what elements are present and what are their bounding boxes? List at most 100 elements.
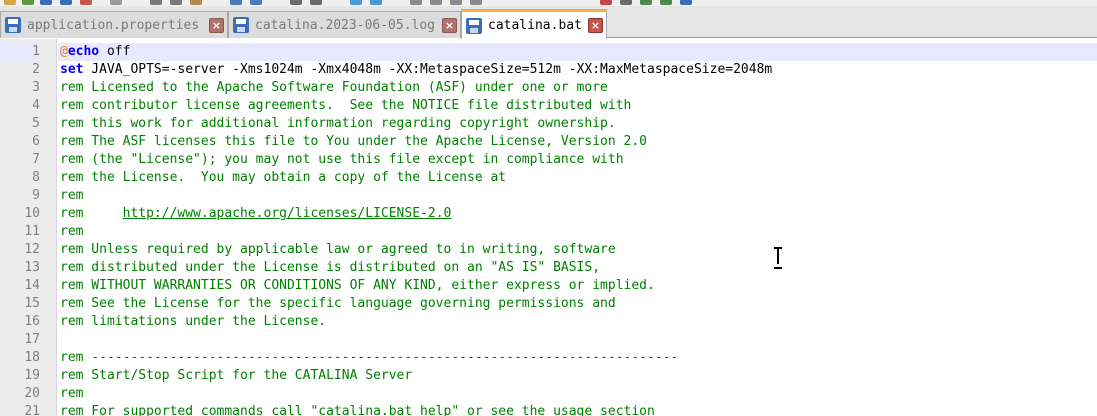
line-number[interactable]: 15 [0, 295, 40, 313]
line-number[interactable]: 17 [0, 331, 40, 349]
code-line[interactable]: 21 rem For supported commands call "catal… [24, 403, 1097, 416]
macro-run-multiple-icon[interactable] [660, 0, 672, 5]
code-line[interactable]: 1 @echo off [0, 43, 1097, 61]
close-file-icon[interactable] [80, 0, 92, 5]
code-line[interactable]: 10 rem http://www.apache.org/licenses/LIC… [24, 205, 1097, 223]
code-area[interactable]: 1 @echo off 2 set JAVA_OPTS=-server -Xms102… [0, 43, 1097, 416]
line-number[interactable]: 19 [0, 367, 40, 385]
line-text[interactable]: rem WITHOUT WARRANTIES OR CONDITIONS OF … [58, 277, 1097, 295]
line-text[interactable]: rem The ASF licenses this file to You un… [58, 133, 1097, 151]
line-text[interactable]: rem [58, 187, 1097, 205]
code-line[interactable]: 9 rem [32, 187, 1097, 205]
code-line[interactable]: 18 rem ----------------------------------… [24, 349, 1097, 367]
code-line[interactable]: 13 rem distributed under the License is d… [24, 259, 1097, 277]
word-wrap-icon[interactable] [430, 0, 442, 5]
line-text[interactable]: rem ------------------------------------… [58, 349, 1097, 367]
tab-label: application.properties [27, 17, 200, 33]
code-editor[interactable]: 1 @echo off 2 set JAVA_OPTS=-server -Xms102… [0, 39, 1097, 416]
line-text[interactable]: rem Unless required by applicable law or… [58, 241, 1097, 259]
line-text[interactable]: rem the License. You may obtain a copy o… [58, 169, 1097, 187]
redo-icon[interactable] [250, 0, 262, 5]
close-icon[interactable]: × [209, 17, 224, 33]
line-text[interactable]: rem (the "License"); you may not use thi… [58, 151, 1097, 169]
copy-icon[interactable] [170, 0, 182, 5]
line-text[interactable]: rem contributor license agreements. See … [58, 97, 1097, 115]
code-line[interactable]: 12 rem Unless required by applicable law … [24, 241, 1097, 259]
line-number[interactable]: 12 [0, 241, 40, 259]
line-number[interactable]: 6 [0, 133, 40, 151]
code-line[interactable]: 14 rem WITHOUT WARRANTIES OR CONDITIONS O… [24, 277, 1097, 295]
new-file-icon[interactable] [4, 0, 16, 5]
code-line[interactable]: 2 set JAVA_OPTS=-server -Xms1024m -Xmx404… [32, 61, 1097, 79]
close-icon[interactable]: × [442, 17, 457, 33]
cut-icon[interactable] [150, 0, 162, 5]
code-line[interactable]: 3 rem Licensed to the Apache Software Fou… [32, 79, 1097, 97]
line-number[interactable]: 2 [0, 61, 40, 79]
open-file-icon[interactable] [22, 0, 34, 5]
line-number[interactable]: 16 [0, 313, 40, 331]
find-icon[interactable] [290, 0, 302, 5]
line-number[interactable]: 20 [0, 385, 40, 403]
macro-record-icon[interactable] [600, 0, 612, 5]
line-number[interactable]: 18 [0, 349, 40, 367]
line-number[interactable]: 7 [0, 151, 40, 169]
tab-label: catalina.2023-06-05.log [255, 17, 436, 33]
zoom-out-icon[interactable] [370, 0, 382, 5]
code-line[interactable]: 17 [24, 331, 1097, 349]
line-text[interactable]: rem For supported commands call "catalin… [58, 403, 1097, 416]
line-number[interactable]: 4 [0, 97, 40, 115]
macro-save-icon[interactable] [680, 0, 692, 5]
save-icon [233, 17, 249, 33]
line-text[interactable]: @echo off [58, 43, 1097, 61]
code-line[interactable]: 20 rem [24, 385, 1097, 403]
line-text[interactable]: rem See the License for the specific lan… [58, 295, 1097, 313]
code-line[interactable]: 8 rem the License. You may obtain a copy … [32, 169, 1097, 187]
sync-scroll-icon[interactable] [410, 0, 422, 5]
line-number[interactable]: 21 [0, 403, 40, 416]
line-number[interactable]: 8 [0, 169, 40, 187]
line-text[interactable]: rem Licensed to the Apache Software Foun… [58, 79, 1097, 97]
code-line[interactable]: 7 rem (the "License"); you may not use th… [32, 151, 1097, 169]
line-number[interactable]: 9 [0, 187, 40, 205]
line-text[interactable]: rem [58, 223, 1097, 241]
code-line[interactable]: 15 rem See the License for the specific l… [24, 295, 1097, 313]
save-all-icon[interactable] [60, 0, 72, 5]
line-number[interactable]: 11 [0, 223, 40, 241]
code-line[interactable]: 4 rem contributor license agreements. See… [32, 97, 1097, 115]
show-all-chars-icon[interactable] [450, 0, 462, 5]
tab-application-properties[interactable]: application.properties × [0, 11, 228, 38]
print-icon[interactable] [110, 0, 122, 5]
line-text[interactable]: rem [58, 385, 1097, 403]
paste-icon[interactable] [190, 0, 202, 5]
line-text[interactable] [58, 331, 1097, 349]
tab-catalina-log[interactable]: catalina.2023-06-05.log × [228, 11, 461, 38]
indent-guide-icon[interactable] [470, 0, 482, 5]
code-line[interactable]: 16 rem limitations under the License. [24, 313, 1097, 331]
line-number[interactable]: 1 [0, 43, 40, 61]
line-number[interactable]: 5 [0, 115, 40, 133]
zoom-in-icon[interactable] [350, 0, 362, 5]
line-number[interactable]: 13 [0, 259, 40, 277]
line-text[interactable]: rem http://www.apache.org/licenses/LICEN… [58, 205, 1097, 223]
macro-stop-icon[interactable] [620, 0, 632, 5]
replace-icon[interactable] [310, 0, 322, 5]
line-number[interactable]: 10 [0, 205, 40, 223]
code-line[interactable]: 5 rem this work for additional informatio… [32, 115, 1097, 133]
tab-bar: application.properties × catalina.2023-0… [0, 6, 1097, 39]
undo-icon[interactable] [230, 0, 242, 5]
line-text[interactable]: rem limitations under the License. [58, 313, 1097, 331]
close-icon[interactable]: × [588, 18, 603, 33]
code-line[interactable]: 19 rem Start/Stop Script for the CATALINA… [24, 367, 1097, 385]
line-number[interactable]: 14 [0, 277, 40, 295]
line-text[interactable]: rem this work for additional information… [58, 115, 1097, 133]
macro-play-icon[interactable] [640, 0, 652, 5]
tab-catalina-bat[interactable]: catalina.bat × [461, 9, 607, 39]
save-file-icon[interactable] [40, 0, 52, 5]
code-line[interactable]: 6 rem The ASF licenses this file to You u… [32, 133, 1097, 151]
code-line[interactable]: 11 rem [24, 223, 1097, 241]
line-text[interactable]: set JAVA_OPTS=-server -Xms1024m -Xmx4048… [58, 61, 1097, 79]
line-text[interactable]: rem Start/Stop Script for the CATALINA S… [58, 367, 1097, 385]
line-number[interactable]: 3 [0, 79, 40, 97]
save-icon [466, 17, 482, 34]
line-text[interactable]: rem distributed under the License is dis… [58, 259, 1097, 277]
